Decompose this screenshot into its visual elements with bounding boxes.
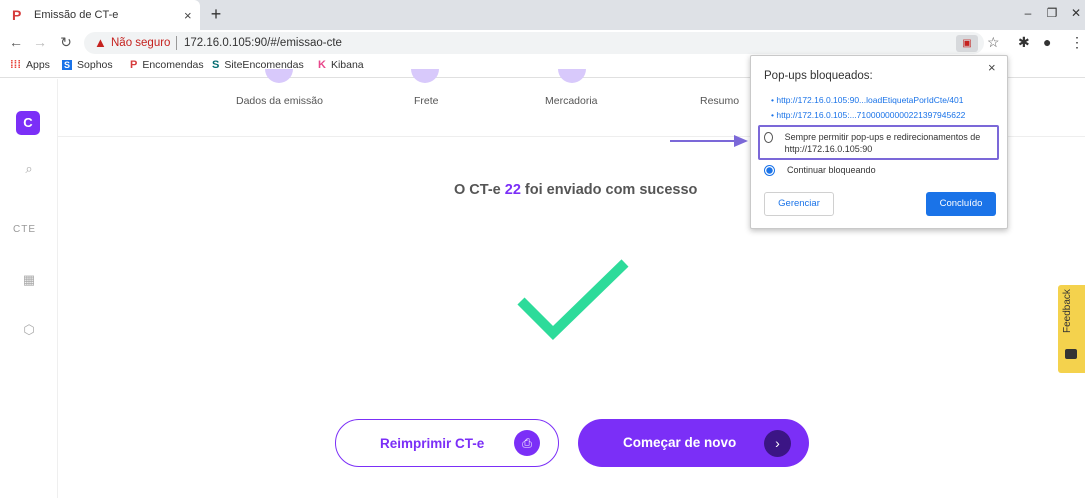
option-keep-blocking[interactable]: Continuar bloqueando (764, 164, 876, 176)
blocked-popup-link-text: http://172.16.0.105:90...loadEtiquetaPor… (776, 95, 964, 105)
step-indicator (558, 69, 586, 83)
step-frete: Frete (414, 95, 439, 107)
search-icon[interactable]: ⌕ (18, 161, 40, 177)
back-arrow-icon[interactable]: ← (8, 34, 24, 50)
extensions-puzzle-icon[interactable]: ✱ (1018, 34, 1030, 51)
blocked-popup-link[interactable]: • http://172.16.0.105:...710000000002213… (771, 110, 965, 120)
bookmark-encomendas[interactable]: P Encomendas (130, 59, 204, 71)
done-button[interactable]: Concluído (926, 192, 996, 216)
blocked-popup-link[interactable]: • http://172.16.0.105:90...loadEtiquetaP… (771, 95, 964, 105)
omnibox[interactable]: ▲ Não seguro 172.16.0.105:90/#/emissao-c… (84, 32, 1000, 54)
package-icon[interactable]: ⬡ (18, 322, 40, 338)
success-suffix: foi enviado com sucesso (520, 182, 698, 198)
security-label[interactable]: Não seguro (111, 37, 170, 49)
address-toolbar: ← → ↻ ▲ Não seguro 172.16.0.105:90/#/emi… (0, 30, 1085, 56)
feedback-icon (1065, 349, 1077, 359)
success-prefix: O CT-e (454, 182, 505, 198)
sophos-icon: S (62, 60, 73, 70)
step-mercadoria: Mercadoria (545, 95, 598, 107)
step-indicator (411, 69, 439, 83)
menu-kebab-icon[interactable]: ⋮ (1070, 34, 1084, 51)
blocked-popup-link-text: http://172.16.0.105:...71000000000221397… (776, 110, 966, 120)
bookmark-label: Apps (26, 59, 50, 71)
window-restore-button[interactable]: ❐ (1042, 6, 1062, 20)
reprint-button-label: Reimprimir CT-e (380, 436, 485, 451)
tab-close-button[interactable]: × (184, 8, 192, 23)
success-check-icon (517, 259, 629, 341)
bookmark-kibana[interactable]: K Kibana (318, 59, 364, 71)
bookmark-label: Kibana (330, 59, 364, 71)
new-tab-button[interactable]: + (206, 4, 226, 24)
warning-icon[interactable]: ▲ (94, 35, 107, 50)
app-logo-icon[interactable]: C (16, 111, 40, 135)
bookmark-label: Encomendas (142, 59, 204, 71)
bookmark-apps[interactable]: ⁞⁞⁞ Apps (10, 59, 50, 71)
reload-icon[interactable]: ↻ (58, 34, 74, 51)
option-keep-blocking-label: Continuar bloqueando (787, 165, 876, 175)
printer-icon: ⎙ (514, 430, 540, 456)
window-close-button[interactable]: ✕ (1066, 6, 1085, 20)
popup-blocked-icon[interactable]: ▣ (956, 35, 978, 52)
tab-title: Emissão de CT-e (34, 9, 119, 21)
window-minimize-button[interactable]: – (1018, 6, 1038, 20)
forward-arrow-icon[interactable]: → (32, 34, 48, 50)
annotation-highlight-box (758, 125, 999, 160)
restart-button[interactable]: Começar de novo › (578, 419, 809, 467)
manage-button[interactable]: Gerenciar (764, 192, 834, 216)
browser-tab-strip: P Emissão de CT-e × + – ❐ ✕ (0, 0, 1085, 30)
sharepoint-icon: S (212, 59, 220, 71)
popup-close-button[interactable]: × (988, 60, 996, 75)
restart-button-label: Começar de novo (623, 435, 737, 450)
url-text[interactable]: 172.16.0.105:90/#/emissao-cte (184, 37, 342, 49)
tab-favicon-icon: P (12, 7, 22, 23)
bookmark-label: Sophos (77, 59, 113, 71)
cte-number: 22 (504, 182, 521, 198)
step-dados-da-emissao: Dados da emissão (236, 95, 323, 107)
app-sidebar: C ⌕ CTE ▦ ⬡ (0, 79, 58, 498)
reprint-cte-button[interactable]: Reimprimir CT-e ⎙ (335, 419, 559, 467)
step-indicator (265, 69, 293, 83)
profile-avatar-icon[interactable]: ● (1043, 34, 1051, 50)
kibana-icon: K (318, 59, 326, 71)
popup-title: Pop-ups bloqueados: (764, 70, 873, 82)
bookmark-star-icon[interactable]: ☆ (987, 34, 1000, 51)
chevron-right-icon: › (764, 430, 791, 457)
bookmark-sophos[interactable]: S Sophos (62, 59, 113, 71)
feedback-label: Feedback (1062, 289, 1073, 333)
step-resumo: Resumo (700, 95, 740, 107)
feedback-tab[interactable]: Feedback (1058, 285, 1085, 373)
encomendas-icon: P (130, 59, 138, 71)
sidebar-item-cte[interactable]: CTE (13, 224, 36, 235)
browser-tab[interactable]: P Emissão de CT-e × (0, 0, 200, 30)
success-message: O CT-e 22 foi enviado com sucesso (454, 182, 697, 198)
omnibox-divider (176, 36, 177, 50)
radio-checked-icon[interactable] (764, 165, 775, 176)
building-icon[interactable]: ▦ (18, 272, 40, 288)
apps-grid-icon: ⁞⁞⁞ (10, 59, 21, 71)
annotation-arrow-icon (670, 135, 748, 147)
